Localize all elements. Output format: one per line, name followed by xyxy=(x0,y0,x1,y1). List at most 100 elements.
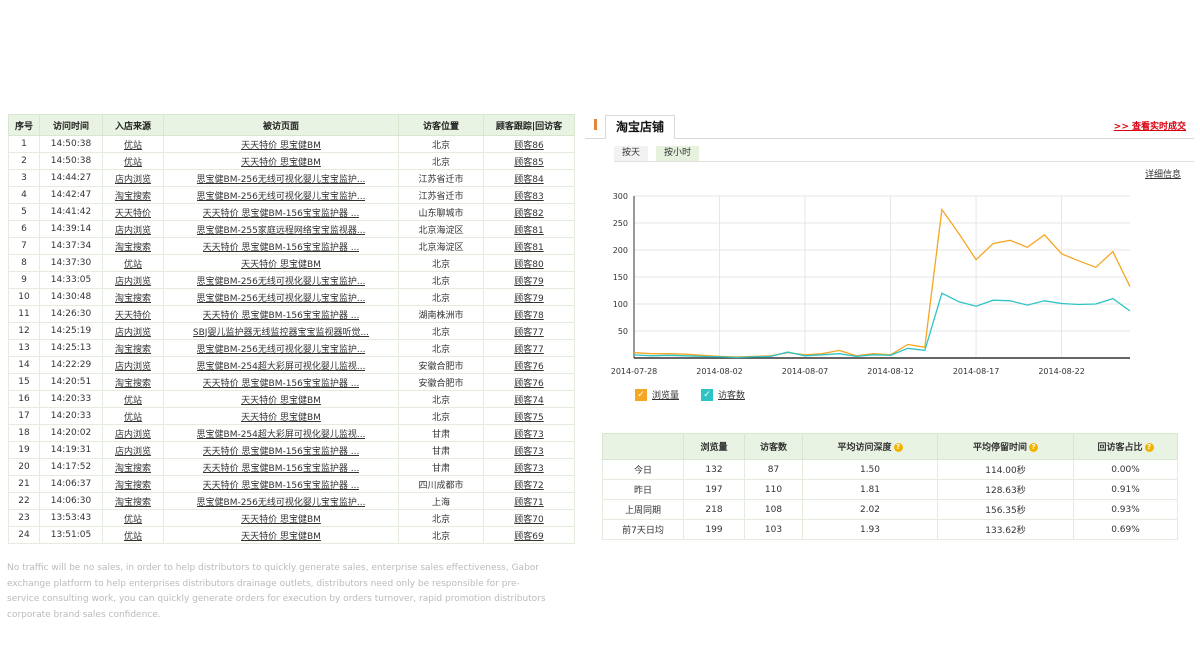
details-link[interactable]: 详细信息 xyxy=(1145,167,1181,180)
customer-tracking-link[interactable]: 顾客77 xyxy=(514,345,543,355)
source-link[interactable]: 店内浏览 xyxy=(115,447,151,457)
visited-page-link[interactable]: 天天特价 思宝健BM xyxy=(241,393,321,406)
visited-page-link[interactable]: 思宝健BM-256无线可视化婴儿宝宝监护... xyxy=(197,172,366,185)
table-cell: 顾客70 xyxy=(483,509,575,527)
tab-by-hour[interactable]: 按小时 xyxy=(656,146,700,161)
visited-page-link[interactable]: 天天特价 思宝健BM-156宝宝监护器 ... xyxy=(203,308,360,321)
visited-page-link[interactable]: 天天特价 思宝健BM-156宝宝监护器 ... xyxy=(203,478,360,491)
table-cell: 天天特价 思宝健BM-156宝宝监护器 ... xyxy=(163,373,399,391)
visited-page-link[interactable]: 天天特价 思宝健BM-156宝宝监护器 ... xyxy=(203,206,360,219)
summary-cell: 133.62秒 xyxy=(937,519,1074,540)
checkbox-checked-icon[interactable]: ✓ xyxy=(701,389,713,401)
source-link[interactable]: 店内浏览 xyxy=(115,328,151,338)
visited-page-link[interactable]: 天天特价 思宝健BM-156宝宝监护器 ... xyxy=(203,376,360,389)
customer-tracking-link[interactable]: 顾客85 xyxy=(514,158,543,168)
source-link[interactable]: 店内浏览 xyxy=(115,175,151,185)
source-link[interactable]: 优站 xyxy=(124,413,142,423)
realtime-deals-link[interactable]: >> 查看实时成交 xyxy=(1114,119,1186,132)
help-icon[interactable]: ? xyxy=(893,443,903,452)
table-cell: 北京海淀区 xyxy=(398,220,484,238)
customer-tracking-link[interactable]: 顾客69 xyxy=(514,532,543,542)
checkbox-checked-icon[interactable]: ✓ xyxy=(635,389,647,401)
source-link[interactable]: 淘宝搜索 xyxy=(115,294,151,304)
table-cell: 天天特价 思宝健BM xyxy=(163,407,399,425)
customer-tracking-link[interactable]: 顾客83 xyxy=(514,192,543,202)
source-link[interactable]: 淘宝搜索 xyxy=(115,481,151,491)
source-link[interactable]: 淘宝搜索 xyxy=(115,345,151,355)
customer-tracking-link[interactable]: 顾客71 xyxy=(514,498,543,508)
source-link[interactable]: 优站 xyxy=(124,515,142,525)
summary-cell: 0.91% xyxy=(1073,479,1178,500)
customer-tracking-link[interactable]: 顾客75 xyxy=(514,413,543,423)
customer-tracking-link[interactable]: 顾客76 xyxy=(514,379,543,389)
customer-tracking-link[interactable]: 顾客81 xyxy=(514,243,543,253)
source-link[interactable]: 优站 xyxy=(124,396,142,406)
visited-page-link[interactable]: 天天特价 思宝健BM-156宝宝监护器 ... xyxy=(203,444,360,457)
table-cell: 天天特价 思宝健BM xyxy=(163,135,399,153)
table-cell: 3 xyxy=(8,169,40,187)
summary-row: 昨日 197 110 1.81 128.63秒 0.91% xyxy=(602,479,1178,500)
customer-tracking-link[interactable]: 顾客79 xyxy=(514,277,543,287)
customer-tracking-link[interactable]: 顾客84 xyxy=(514,175,543,185)
customer-tracking-link[interactable]: 顾客76 xyxy=(514,362,543,372)
help-icon[interactable]: ? xyxy=(1029,443,1038,452)
table-cell: 14:20:33 xyxy=(39,407,103,425)
source-link[interactable]: 店内浏览 xyxy=(115,430,151,440)
visited-page-link[interactable]: 思宝健BM-256无线可视化婴儿宝宝监护... xyxy=(197,495,366,508)
visited-page-link[interactable]: 思宝健BM-254超大彩屏可视化婴儿监视... xyxy=(197,427,366,440)
source-link[interactable]: 优站 xyxy=(124,532,142,542)
visited-page-link[interactable]: 天天特价 思宝健BM xyxy=(241,410,321,423)
column-header: 访客数 xyxy=(744,433,803,460)
customer-tracking-link[interactable]: 顾客86 xyxy=(514,141,543,151)
visited-page-link[interactable]: SBJ婴儿监护器无线监控器宝宝监视器听觉... xyxy=(193,325,369,338)
customer-tracking-link[interactable]: 顾客73 xyxy=(514,447,543,457)
source-link[interactable]: 淘宝搜索 xyxy=(115,498,151,508)
tab-taobao-shop[interactable]: 淘宝店铺 xyxy=(605,115,676,139)
visited-page-link[interactable]: 天天特价 思宝健BM xyxy=(241,257,321,270)
tab-by-day[interactable]: 按天 xyxy=(614,146,649,161)
source-link[interactable]: 天天特价 xyxy=(115,311,151,321)
source-link[interactable]: 优站 xyxy=(124,141,142,151)
table-cell: 北京 xyxy=(398,322,484,340)
customer-tracking-link[interactable]: 顾客79 xyxy=(514,294,543,304)
visited-page-link[interactable]: 天天特价 思宝健BM xyxy=(241,138,321,151)
source-link[interactable]: 优站 xyxy=(124,158,142,168)
visited-page-link[interactable]: 思宝健BM-255家庭远程网络宝宝监视器... xyxy=(197,223,366,236)
visited-page-link[interactable]: 天天特价 思宝健BM-156宝宝监护器 ... xyxy=(203,240,360,253)
source-link[interactable]: 店内浏览 xyxy=(115,226,151,236)
customer-tracking-link[interactable]: 顾客81 xyxy=(514,226,543,236)
summary-cell: 1.50 xyxy=(802,459,938,480)
source-link[interactable]: 天天特价 xyxy=(115,209,151,219)
visited-page-link[interactable]: 思宝健BM-256无线可视化婴儿宝宝监护... xyxy=(197,274,366,287)
table-cell: 14:42:47 xyxy=(39,186,103,204)
table-cell: 21 xyxy=(8,475,40,493)
customer-tracking-link[interactable]: 顾客73 xyxy=(514,430,543,440)
customer-tracking-link[interactable]: 顾客80 xyxy=(514,260,543,270)
source-link[interactable]: 优站 xyxy=(124,260,142,270)
visited-page-link[interactable]: 思宝健BM-256无线可视化婴儿宝宝监护... xyxy=(197,189,366,202)
customer-tracking-link[interactable]: 顾客77 xyxy=(514,328,543,338)
source-link[interactable]: 淘宝搜索 xyxy=(115,379,151,389)
visited-page-link[interactable]: 天天特价 思宝健BM xyxy=(241,529,321,542)
help-icon[interactable]: ? xyxy=(1144,443,1154,452)
customer-tracking-link[interactable]: 顾客82 xyxy=(514,209,543,219)
table-cell: 顾客80 xyxy=(483,254,575,272)
source-link[interactable]: 淘宝搜索 xyxy=(115,464,151,474)
visited-page-link[interactable]: 思宝健BM-254超大彩屏可视化婴儿监视... xyxy=(197,359,366,372)
table-cell: 优站 xyxy=(102,526,164,544)
visited-page-link[interactable]: 思宝健BM-256无线可视化婴儿宝宝监护... xyxy=(197,291,366,304)
visited-page-link[interactable]: 思宝健BM-256无线可视化婴儿宝宝监护... xyxy=(197,342,366,355)
customer-tracking-link[interactable]: 顾客73 xyxy=(514,464,543,474)
visited-page-link[interactable]: 天天特价 思宝健BM-156宝宝监护器 ... xyxy=(203,461,360,474)
source-link[interactable]: 店内浏览 xyxy=(115,277,151,287)
customer-tracking-link[interactable]: 顾客72 xyxy=(514,481,543,491)
source-link[interactable]: 淘宝搜索 xyxy=(115,192,151,202)
source-link[interactable]: 淘宝搜索 xyxy=(115,243,151,253)
customer-tracking-link[interactable]: 顾客78 xyxy=(514,311,543,321)
customer-tracking-link[interactable]: 顾客74 xyxy=(514,396,543,406)
visited-page-link[interactable]: 天天特价 思宝健BM xyxy=(241,512,321,525)
visited-page-link[interactable]: 天天特价 思宝健BM xyxy=(241,155,321,168)
customer-tracking-link[interactable]: 顾客70 xyxy=(514,515,543,525)
source-link[interactable]: 店内浏览 xyxy=(115,362,151,372)
table-cell: 优站 xyxy=(102,407,164,425)
